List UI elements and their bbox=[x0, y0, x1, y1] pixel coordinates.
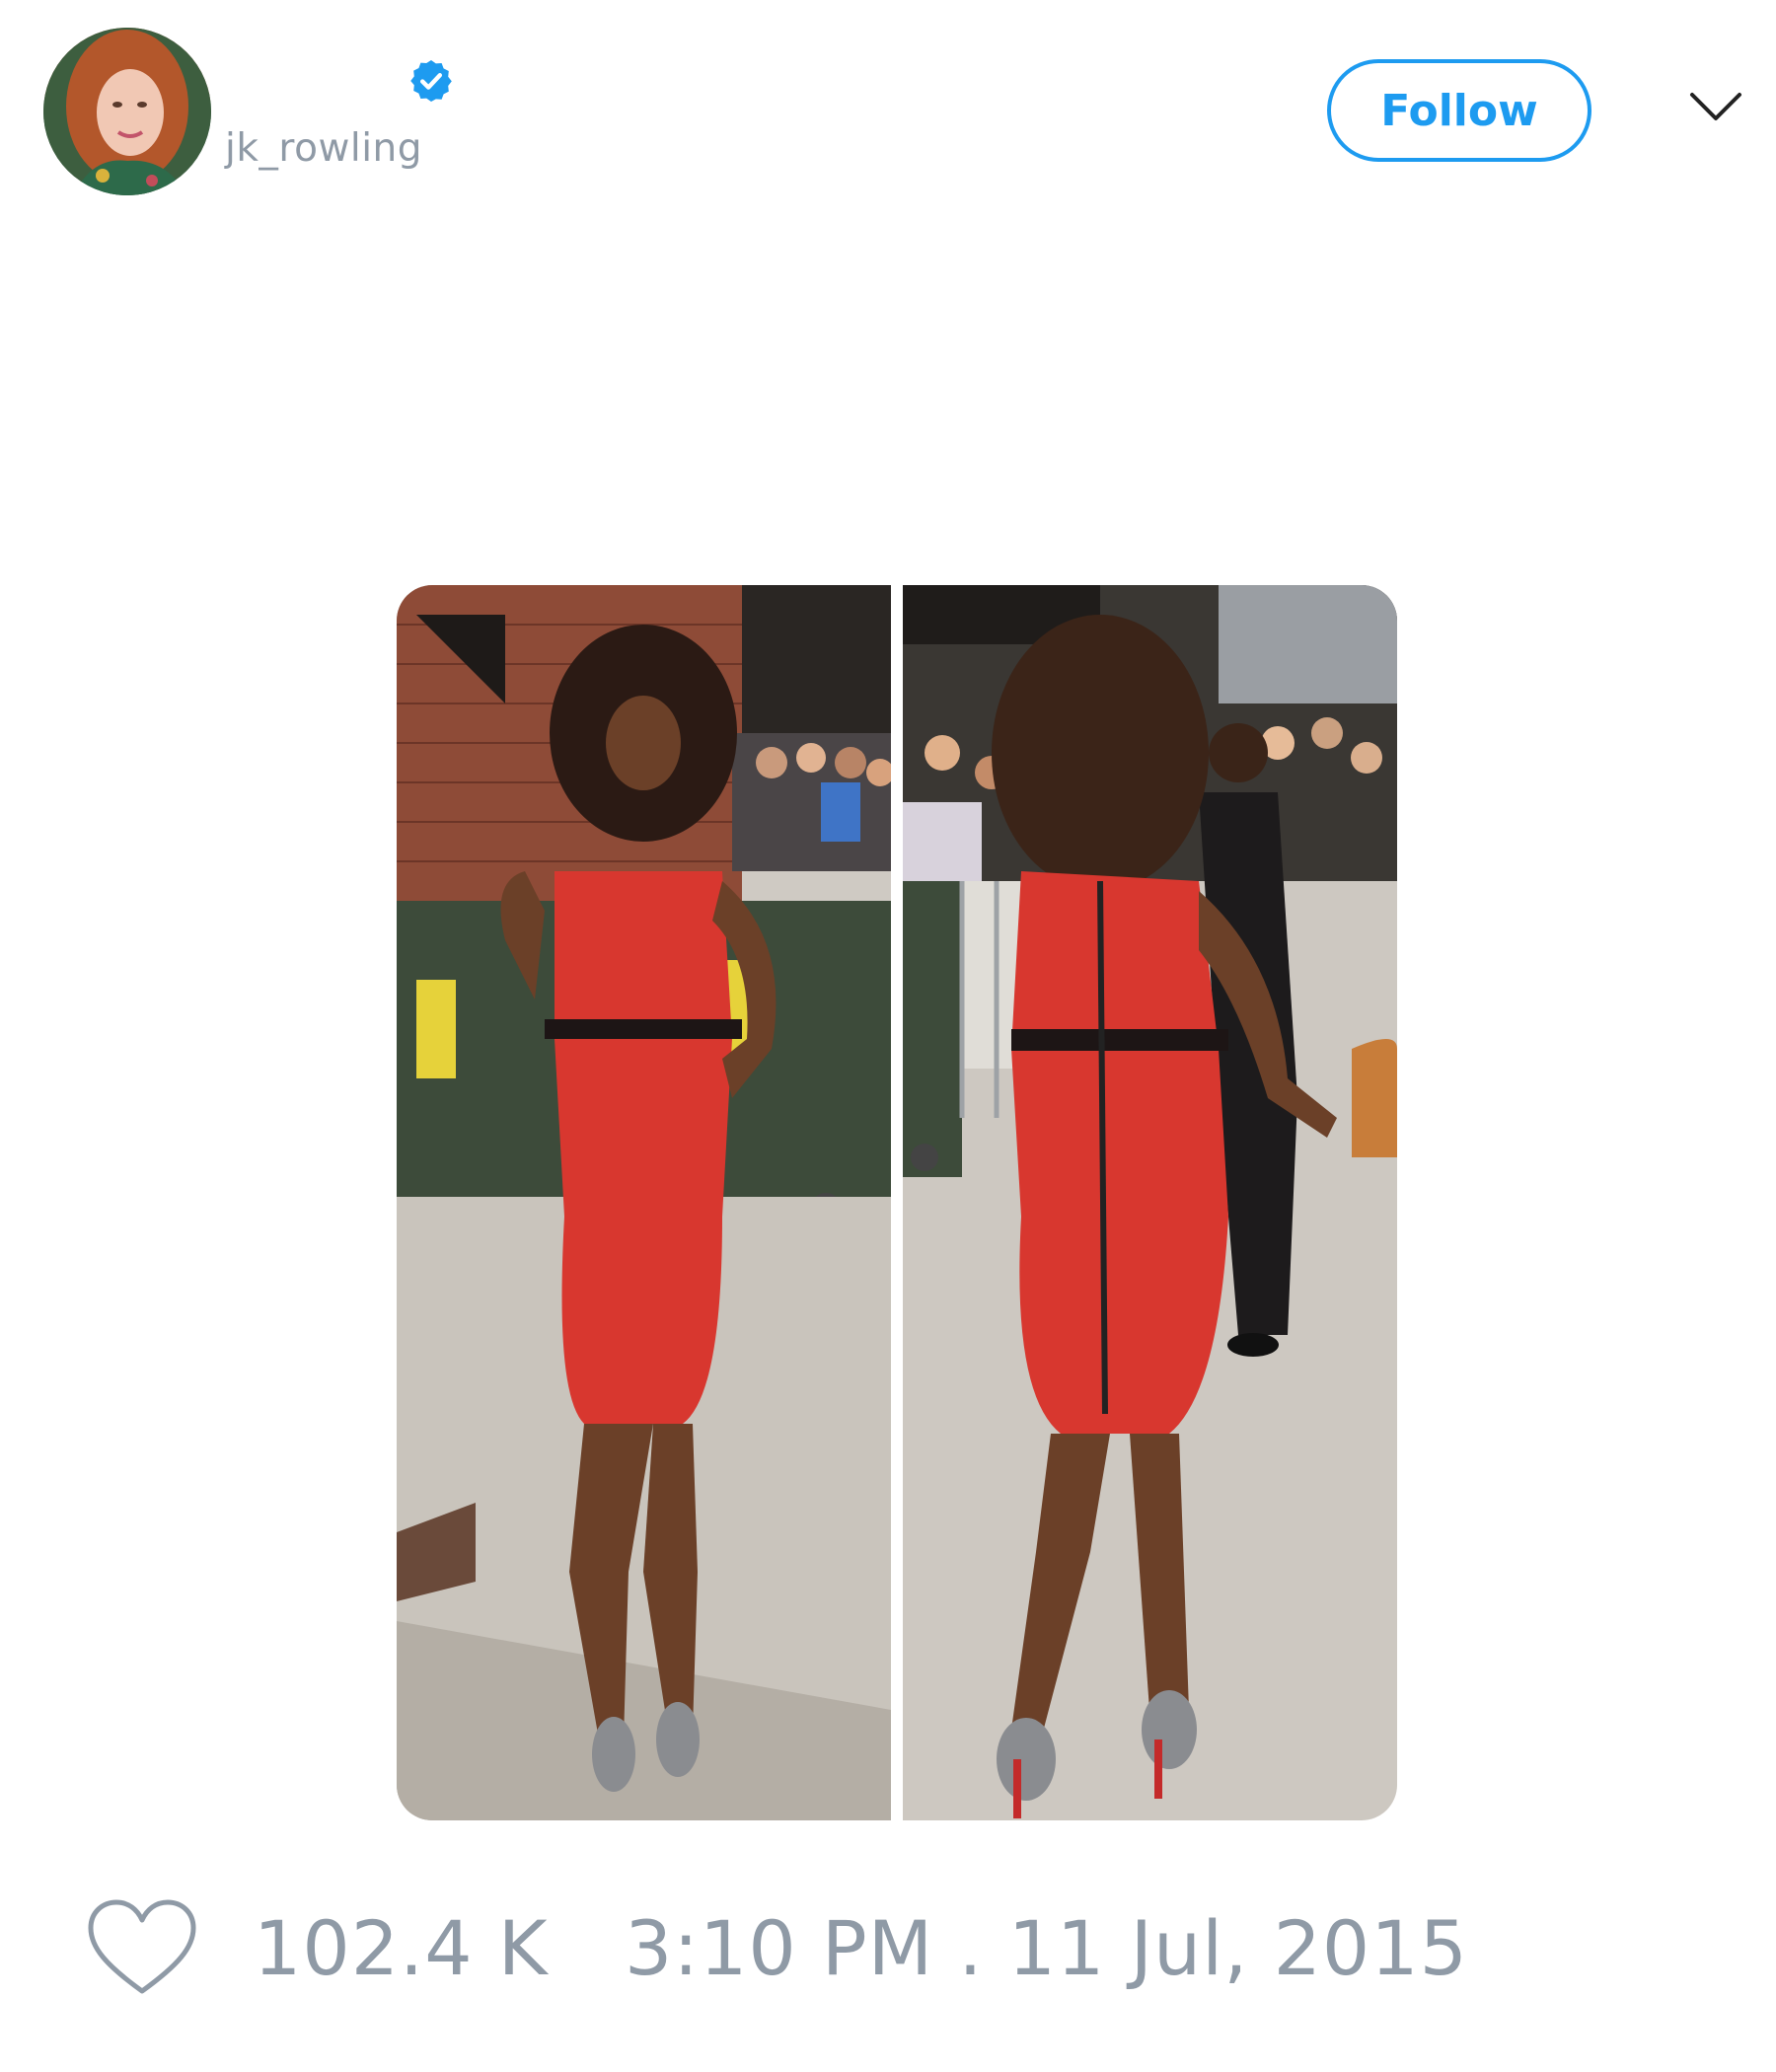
tweet-timestamp[interactable]: 3:10 PM . 11 Jul, 2015 bbox=[625, 1904, 1468, 1992]
photo-front-view bbox=[397, 585, 891, 1820]
follow-button[interactable]: Follow bbox=[1327, 59, 1591, 162]
like-count: 102.4 K bbox=[254, 1904, 549, 1992]
tweet-card: jk_rowling Follow 102.4 K 3:10 PM . 11 J… bbox=[0, 0, 1776, 2072]
heart-icon[interactable] bbox=[87, 1898, 197, 1997]
verified-badge-icon bbox=[410, 60, 452, 102]
chevron-down-icon[interactable] bbox=[1689, 91, 1742, 124]
media-photo-right[interactable] bbox=[903, 585, 1397, 1820]
media-photo-left[interactable] bbox=[397, 585, 891, 1820]
tweet-media[interactable] bbox=[397, 585, 1397, 1820]
photo-back-view bbox=[903, 585, 1397, 1820]
avatar-photo bbox=[43, 28, 211, 195]
author-username[interactable]: jk_rowling bbox=[225, 126, 422, 171]
author-avatar[interactable] bbox=[43, 28, 211, 195]
